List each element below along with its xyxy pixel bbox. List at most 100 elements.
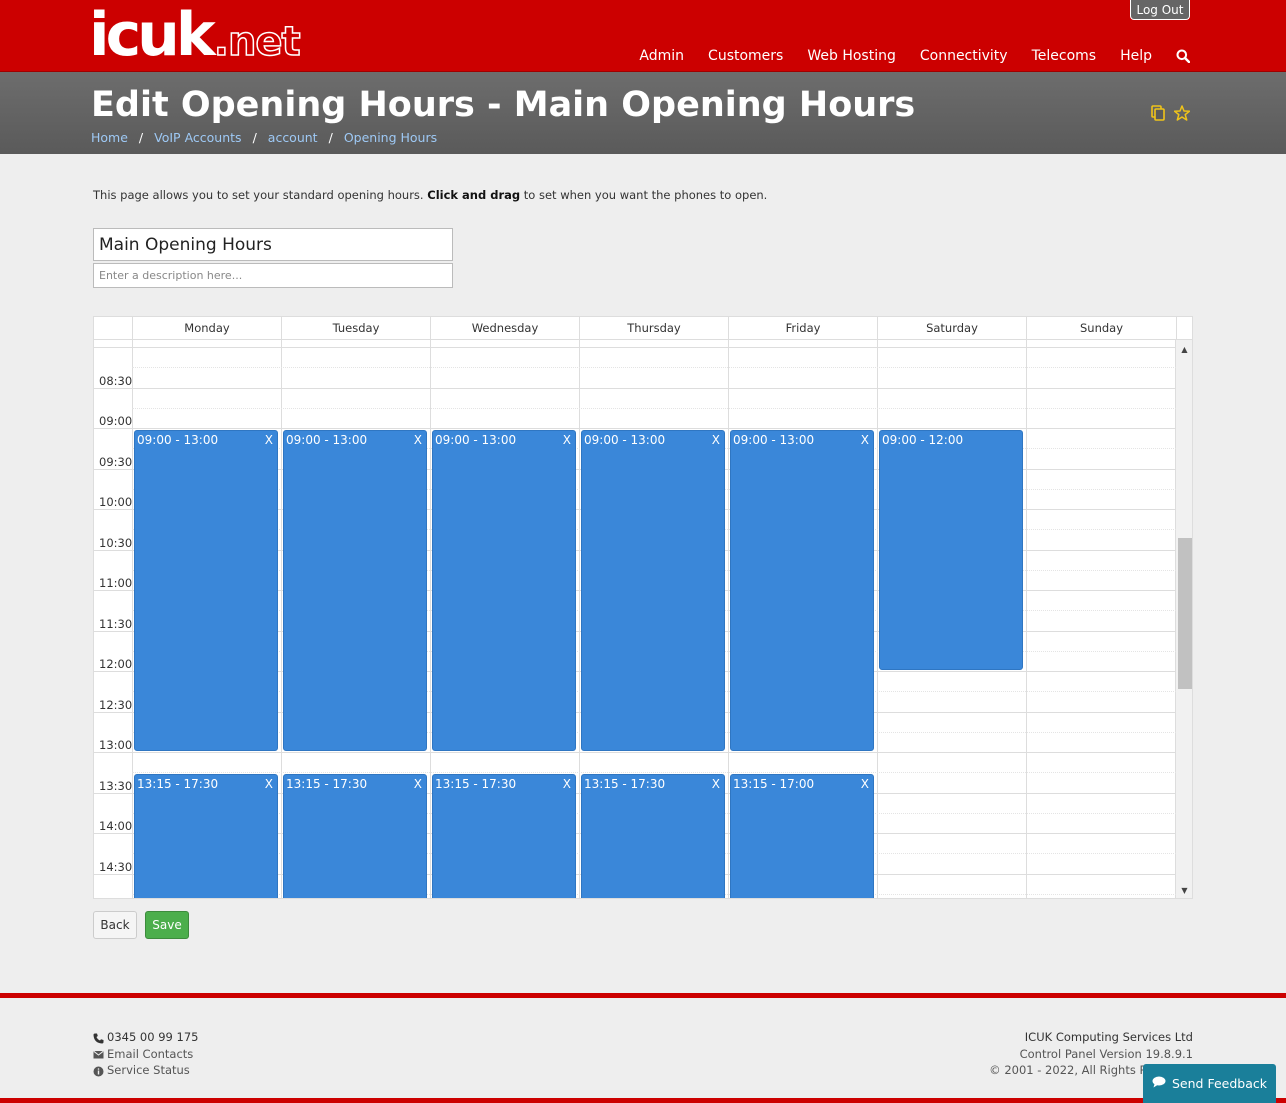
main-nav: Admin Customers Web Hosting Connectivity… <box>639 48 1191 64</box>
opening-hours-event[interactable]: 09:00 - 13:00 X <box>432 430 576 751</box>
description-input[interactable] <box>93 263 453 288</box>
half-hour-line <box>94 428 1176 429</box>
time-label: 12:30 <box>99 697 133 712</box>
event-close-icon[interactable]: X <box>414 433 422 447</box>
page-title: Edit Opening Hours - Main Opening Hours <box>91 85 916 125</box>
time-label: 10:30 <box>99 535 133 550</box>
event-close-icon[interactable]: X <box>265 433 273 447</box>
intro-text-before: This page allows you to set your standar… <box>93 188 428 202</box>
opening-hours-event[interactable]: 13:15 - 17:30 X <box>283 774 427 898</box>
back-button[interactable]: Back <box>93 911 137 939</box>
time-label: 12:00 <box>99 657 133 671</box>
opening-hours-event[interactable]: 09:00 - 12:00 <box>879 430 1023 670</box>
day-header-friday: Friday <box>728 317 877 340</box>
event-close-icon[interactable]: X <box>712 777 720 791</box>
half-hour-line <box>94 347 1176 348</box>
calendar-header: Monday Tuesday Wednesday Thursday Friday… <box>94 317 1192 340</box>
title-actions <box>1150 105 1191 121</box>
event-close-icon[interactable]: X <box>861 433 869 447</box>
time-label: 09:00 <box>99 414 133 428</box>
opening-hours-event[interactable]: 13:15 - 17:30 X <box>432 774 576 898</box>
info-icon <box>93 1065 104 1077</box>
event-close-icon[interactable]: X <box>563 433 571 447</box>
event-time-label: 09:00 - 13:00 <box>584 433 666 447</box>
nav-connectivity[interactable]: Connectivity <box>920 48 1008 64</box>
event-time-label: 09:00 - 13:00 <box>435 433 517 447</box>
event-time-label: 13:15 - 17:30 <box>286 777 368 792</box>
nav-admin[interactable]: Admin <box>639 48 684 64</box>
event-time-label: 13:15 - 17:00 <box>733 777 815 792</box>
opening-hours-event[interactable]: 09:00 - 13:00 X <box>283 430 427 751</box>
opening-hours-event[interactable]: 09:00 - 13:00 X <box>730 430 874 751</box>
footer-version: Control Panel Version 19.8.9.1 <box>1019 1046 1193 1061</box>
day-header-thursday: Thursday <box>579 317 728 340</box>
column-divider <box>728 340 729 898</box>
breadcrumb-voip-accounts[interactable]: VoIP Accounts <box>154 130 241 145</box>
breadcrumb-separator: / <box>252 130 257 145</box>
half-hour-line <box>94 752 1176 753</box>
quarter-hour-line <box>132 407 1176 409</box>
footer-phone[interactable]: 0345 00 99 175 <box>107 1029 198 1046</box>
opening-hours-event[interactable]: 09:00 - 13:00 X <box>134 430 278 751</box>
nav-customers[interactable]: Customers <box>708 48 783 64</box>
breadcrumb-opening-hours[interactable]: Opening Hours <box>344 130 437 145</box>
calendar-scrollbar[interactable]: ▲ ▼ <box>1176 340 1192 898</box>
top-header: icuk .net Log Out Admin Customers Web Ho… <box>0 0 1286 72</box>
intro-text-bold: Click and drag <box>427 188 521 202</box>
column-divider <box>579 340 580 898</box>
intro-text-after: to set when you want the phones to open. <box>520 188 768 202</box>
logout-button[interactable]: Log Out <box>1130 0 1190 20</box>
footer-service-status[interactable]: Service Status <box>107 1062 190 1079</box>
event-close-icon[interactable]: X <box>712 433 720 447</box>
opening-hours-name-input[interactable] <box>93 228 453 261</box>
scroll-down-arrow-icon[interactable]: ▼ <box>1176 883 1192 897</box>
event-close-icon[interactable]: X <box>414 777 422 791</box>
event-time-label: 09:00 - 13:00 <box>733 433 815 447</box>
day-header-wednesday: Wednesday <box>430 317 579 340</box>
footer-email-contacts[interactable]: Email Contacts <box>107 1046 193 1063</box>
opening-hours-event[interactable]: 13:15 - 17:30 X <box>134 774 278 898</box>
logo-main-text: icuk <box>89 0 216 70</box>
send-feedback-label: Send Feedback <box>1172 1076 1267 1091</box>
scroll-thumb[interactable] <box>1178 538 1192 689</box>
star-icon[interactable] <box>1173 105 1191 121</box>
header-scroll-spacer <box>1176 317 1192 340</box>
phone-icon <box>93 1032 104 1044</box>
comment-icon <box>1152 1076 1166 1091</box>
scroll-up-arrow-icon[interactable]: ▲ <box>1176 342 1192 356</box>
footer-email-row: Email Contacts <box>93 1046 198 1063</box>
intro-text: This page allows you to set your standar… <box>93 188 767 202</box>
footer-status-row: Service Status <box>93 1062 198 1079</box>
event-close-icon[interactable]: X <box>563 777 571 791</box>
opening-hours-event[interactable]: 13:15 - 17:30 X <box>581 774 725 898</box>
time-label: 14:00 <box>99 819 133 833</box>
opening-hours-event[interactable]: 09:00 - 13:00 X <box>581 430 725 751</box>
time-label: 14:30 <box>99 859 133 874</box>
save-button[interactable]: Save <box>145 911 189 939</box>
breadcrumb-home[interactable]: Home <box>91 130 128 145</box>
event-close-icon[interactable]: X <box>265 777 273 791</box>
breadcrumb-separator: / <box>138 130 144 145</box>
copy-icon[interactable] <box>1150 105 1166 121</box>
event-time-label: 13:15 - 17:30 <box>584 777 666 792</box>
opening-hours-event[interactable]: 13:15 - 17:00 X <box>730 774 874 898</box>
calendar-body[interactable]: 08:30 09:00 09:30 10:00 10:30 11:00 11:30 12:00… <box>94 340 1176 898</box>
event-close-icon[interactable]: X <box>861 777 869 791</box>
column-divider <box>1026 340 1027 898</box>
column-divider <box>877 340 878 898</box>
event-time-label: 13:15 - 17:30 <box>137 777 219 792</box>
send-feedback-button[interactable]: Send Feedback <box>1143 1064 1276 1103</box>
breadcrumb-account[interactable]: account <box>268 130 318 145</box>
breadcrumb-separator: / <box>328 130 333 145</box>
nav-help[interactable]: Help <box>1120 48 1152 64</box>
logo-net-text: .net <box>213 18 301 66</box>
time-label: 09:30 <box>99 454 133 469</box>
search-icon[interactable] <box>1176 49 1191 64</box>
column-divider <box>430 340 431 898</box>
half-hour-line <box>94 387 1176 389</box>
breadcrumb: Home / VoIP Accounts / account / Opening… <box>91 130 437 145</box>
nav-web-hosting[interactable]: Web Hosting <box>807 48 896 64</box>
day-header-tuesday: Tuesday <box>281 317 430 340</box>
nav-telecoms[interactable]: Telecoms <box>1032 48 1096 64</box>
icuk-logo[interactable]: icuk .net <box>89 0 301 70</box>
